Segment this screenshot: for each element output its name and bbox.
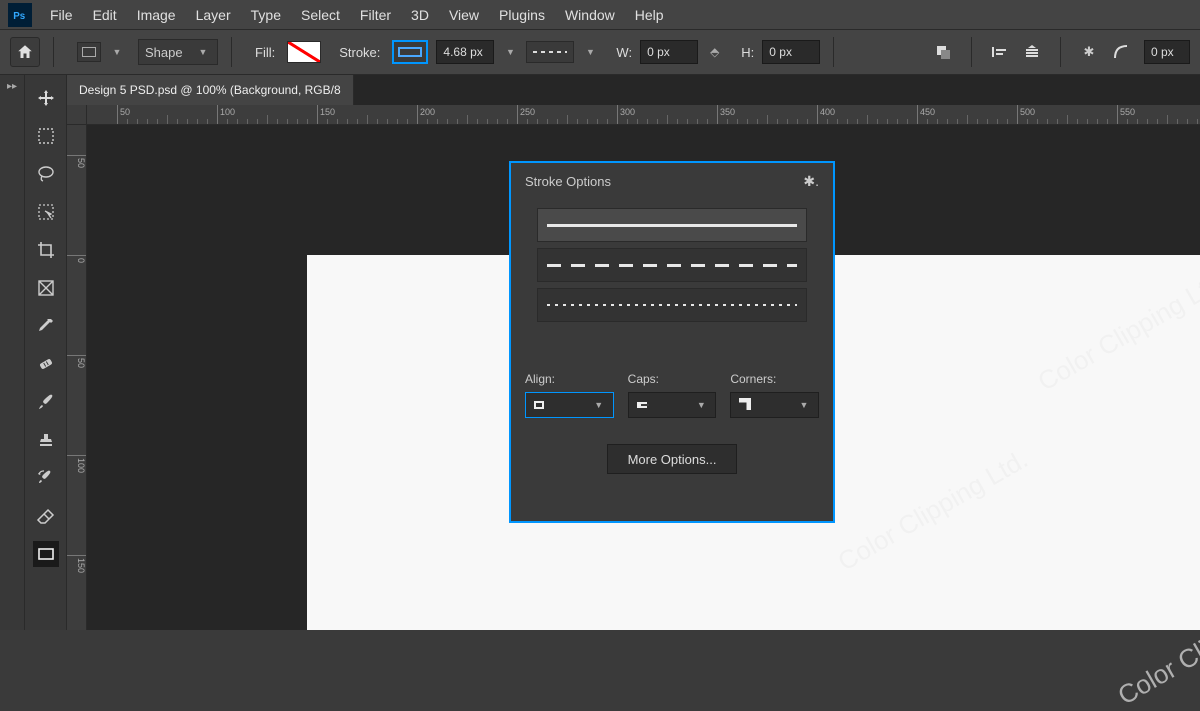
- fill-swatch[interactable]: [287, 41, 321, 63]
- right-options: ✱ 0 px: [934, 37, 1190, 67]
- pathops-icon[interactable]: [934, 43, 952, 61]
- chevron-down-icon: ▼: [195, 42, 211, 62]
- quick-select-tool[interactable]: [33, 199, 59, 225]
- width-input[interactable]: 0 px: [640, 40, 698, 64]
- align-dropdown[interactable]: ▼: [525, 392, 614, 418]
- caps-label: Caps:: [628, 372, 717, 386]
- fill-label: Fill:: [255, 45, 275, 60]
- menu-plugins[interactable]: Plugins: [489, 0, 555, 29]
- stamp-tool[interactable]: [33, 427, 59, 453]
- lasso-tool[interactable]: [33, 161, 59, 187]
- caps-dropdown[interactable]: ▼: [628, 392, 717, 418]
- history-brush-tool[interactable]: [33, 465, 59, 491]
- ruler-vertical[interactable]: 50050100150200: [67, 125, 87, 630]
- rectangle-tool[interactable]: [33, 541, 59, 567]
- menu-select[interactable]: Select: [291, 0, 350, 29]
- menu-3d[interactable]: 3D: [401, 0, 439, 29]
- expand-panels[interactable]: ▸▸: [0, 75, 25, 630]
- divider: [1060, 37, 1061, 67]
- chevron-down-icon: ▼: [591, 395, 607, 415]
- menu-edit[interactable]: Edit: [83, 0, 127, 29]
- chevron-down-icon[interactable]: ▼: [502, 42, 518, 62]
- eraser-tool[interactable]: [33, 503, 59, 529]
- stroke-swatch[interactable]: [392, 40, 428, 64]
- align-icon[interactable]: [991, 43, 1009, 61]
- mode-label: Shape: [145, 45, 183, 60]
- divider: [231, 37, 232, 67]
- home-button[interactable]: [10, 37, 40, 67]
- shape-preview[interactable]: [77, 42, 101, 62]
- chevron-down-icon: ▼: [796, 395, 812, 415]
- height-input[interactable]: 0 px: [762, 40, 820, 64]
- menu-view[interactable]: View: [439, 0, 489, 29]
- stroke-options-popup: Stroke Options ✱. Align: ▼ Caps:: [509, 161, 835, 523]
- width-label: W:: [616, 45, 632, 60]
- butt-cap-icon: [635, 399, 651, 411]
- divider: [833, 37, 834, 67]
- corner-icon[interactable]: [1112, 43, 1130, 61]
- chevron-down-icon[interactable]: ▼: [582, 42, 598, 62]
- chevron-down-icon[interactable]: ▼: [109, 42, 125, 62]
- document-tab[interactable]: Design 5 PSD.psd @ 100% (Background, RGB…: [67, 75, 354, 105]
- gear-icon[interactable]: ✱: [1080, 43, 1098, 61]
- crop-tool[interactable]: [33, 237, 59, 263]
- miter-corner-icon: [737, 398, 751, 412]
- canvas-area: Design 5 PSD.psd @ 100% (Background, RGB…: [67, 75, 1200, 630]
- watermark: Color Clipping Ltd.: [833, 444, 1034, 578]
- stroke-style-dropdown[interactable]: [526, 41, 574, 63]
- ruler-corner: [67, 105, 87, 125]
- mode-dropdown[interactable]: Shape ▼: [138, 39, 218, 65]
- eyedropper-tool[interactable]: [33, 313, 59, 339]
- divider: [971, 37, 972, 67]
- watermark: Color Clipping Ltd.: [1033, 264, 1200, 398]
- stroke-style-dashed[interactable]: [537, 248, 807, 282]
- brush-tool[interactable]: [33, 389, 59, 415]
- menu-image[interactable]: Image: [127, 0, 186, 29]
- gear-icon[interactable]: ✱.: [803, 173, 819, 190]
- arrange-icon[interactable]: [1023, 43, 1041, 61]
- menubar: Ps File Edit Image Layer Type Select Fil…: [0, 0, 1200, 30]
- tools-panel: [25, 75, 67, 630]
- svg-text:Ps: Ps: [13, 10, 26, 21]
- options-bar: ▼ Shape ▼ Fill: Stroke: 4.68 px ▼ ▼ W: 0…: [0, 30, 1200, 75]
- link-icon[interactable]: ⬘: [706, 45, 723, 59]
- stroke-width-input[interactable]: 4.68 px: [436, 40, 494, 64]
- popup-title: Stroke Options: [525, 174, 611, 189]
- menu-type[interactable]: Type: [241, 0, 291, 29]
- frame-tool[interactable]: [33, 275, 59, 301]
- move-tool[interactable]: [33, 85, 59, 111]
- stroke-label: Stroke:: [339, 45, 380, 60]
- stroke-style-dotted[interactable]: [537, 288, 807, 322]
- align-label: Align:: [525, 372, 614, 386]
- height-label: H:: [741, 45, 754, 60]
- chevron-down-icon: ▼: [693, 395, 709, 415]
- menu-window[interactable]: Window: [555, 0, 625, 29]
- align-center-icon: [532, 399, 546, 411]
- menu-layer[interactable]: Layer: [186, 0, 241, 29]
- menu-file[interactable]: File: [40, 0, 83, 29]
- menu-filter[interactable]: Filter: [350, 0, 401, 29]
- app-logo[interactable]: Ps: [8, 3, 32, 27]
- marquee-tool[interactable]: [33, 123, 59, 149]
- corners-dropdown[interactable]: ▼: [730, 392, 819, 418]
- corners-label: Corners:: [730, 372, 819, 386]
- ruler-horizontal[interactable]: 50100150200250300350400450500550: [87, 105, 1200, 125]
- watermark: Color Clipping Ltd.: [1113, 578, 1200, 711]
- expand-icon: ▸▸: [7, 81, 17, 630]
- divider: [53, 37, 54, 67]
- more-options-button[interactable]: More Options...: [607, 444, 737, 474]
- menu-help[interactable]: Help: [625, 0, 674, 29]
- radius-input[interactable]: 0 px: [1144, 40, 1190, 64]
- stroke-style-solid[interactable]: [537, 208, 807, 242]
- heal-tool[interactable]: [33, 351, 59, 377]
